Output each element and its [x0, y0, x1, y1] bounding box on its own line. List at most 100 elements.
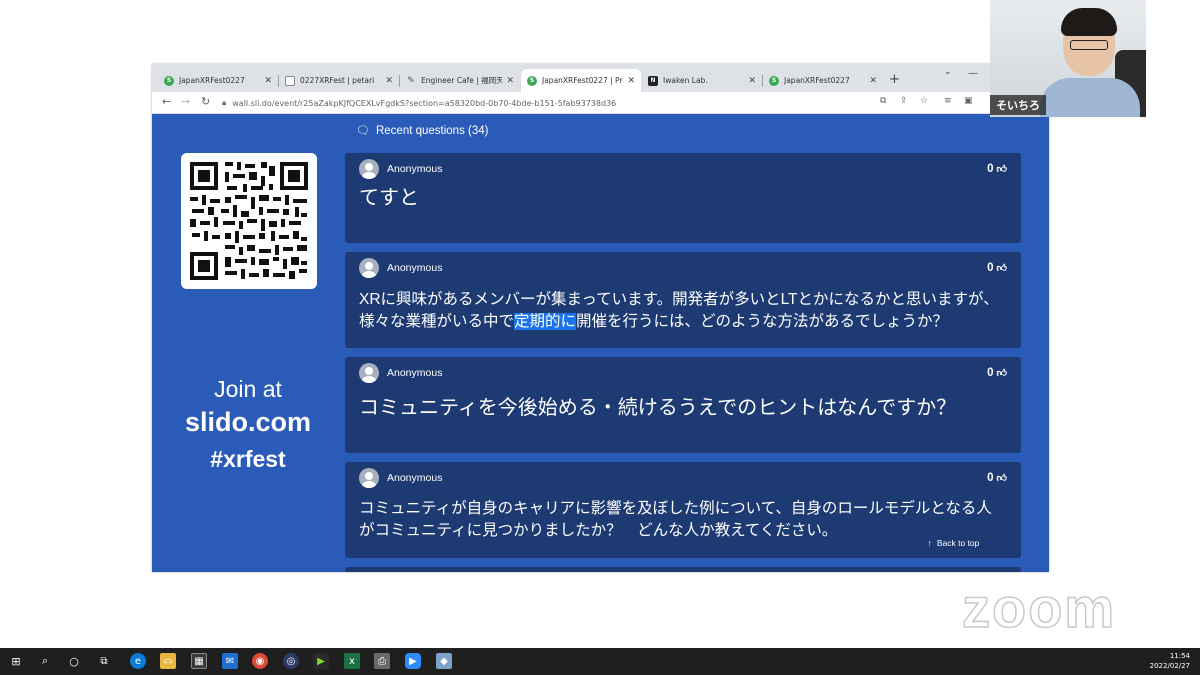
question-author: Anonymous [359, 468, 442, 488]
slido-icon: S [769, 75, 779, 86]
back-to-top-label: Back to top [936, 538, 980, 548]
tab-japanxrfest-active[interactable]: S JapanXRFest0227 | Prese ✕ [521, 69, 641, 92]
webcam-video: そいちろ [990, 0, 1146, 117]
translate-icon[interactable]: ⧉ [880, 96, 886, 106]
minimize-icon[interactable]: — [968, 68, 978, 79]
file-explorer-icon[interactable]: ▭ [160, 653, 176, 669]
tab-label: Iwaken Lab. [663, 76, 708, 85]
join-at-label: Join at [214, 376, 282, 402]
close-icon[interactable]: ✕ [385, 76, 393, 86]
tab-japanxrfest-2[interactable]: S JapanXRFest0227 ✕ [763, 69, 883, 92]
like-count: 0 [987, 262, 994, 274]
like-button[interactable]: 0 👍︎ [987, 472, 1007, 484]
like-button[interactable]: 0 👍︎ [987, 367, 1007, 379]
tab-iwaken-lab[interactable]: N Iwaken Lab. ✕ [642, 69, 762, 92]
like-count: 0 [987, 163, 994, 175]
slido-icon: S [164, 75, 174, 86]
new-tab-button[interactable]: + [889, 72, 900, 87]
browser-toolbar: ← → ↻ 🔒︎ wall.sli.do/event/r25aZakpKJfQC… [152, 92, 1049, 114]
avatar [359, 159, 379, 179]
chrome-icon[interactable]: ◉ [252, 653, 268, 669]
media-player-icon[interactable]: ▶ [313, 653, 329, 669]
printer-icon[interactable]: ⎙ [374, 653, 390, 669]
cortana-icon[interactable]: ○ [66, 653, 82, 669]
excel-icon[interactable]: x [344, 653, 360, 669]
reading-list-icon[interactable]: ≡ [944, 96, 952, 106]
star-icon[interactable]: ☆ [920, 96, 928, 106]
author-name: Anonymous [387, 262, 443, 274]
join-info: Join at slido.com #xrfest [172, 374, 324, 478]
back-arrow-icon[interactable]: ← [162, 95, 171, 108]
webcam-person-hair [1061, 8, 1117, 36]
side-panel-icon[interactable]: ▣ [964, 96, 973, 106]
url-text: wall.sli.do/event/r25aZakpKJfQCEXLvFgdkS… [232, 98, 617, 108]
avatar [359, 468, 379, 488]
feather-icon: ✎ [407, 75, 415, 86]
edge-icon[interactable]: e [130, 653, 146, 669]
screen: S JapanXRFest0227 ✕ 0227XRFest | petari … [0, 0, 1200, 675]
back-to-top-button[interactable]: ↑ Back to top [911, 533, 996, 553]
forward-arrow-icon[interactable]: → [181, 95, 190, 108]
thumbs-up-icon: 👍︎ [996, 164, 1007, 175]
close-icon[interactable]: ✕ [869, 76, 877, 86]
windows-start-icon[interactable]: ⊞ [8, 653, 24, 669]
like-count: 0 [987, 367, 994, 379]
share-icon[interactable]: ⇪ [900, 96, 908, 106]
webcam-person-glasses [1070, 40, 1108, 50]
tab-japanxrfest-1[interactable]: S JapanXRFest0227 ✕ [158, 69, 278, 92]
avatar [359, 258, 379, 278]
tab-label: JapanXRFest0227 | Prese [542, 76, 623, 85]
notion-icon: N [648, 75, 658, 86]
speech-bubble-icon: 🗨︎ [356, 125, 370, 137]
question-card [345, 567, 1021, 572]
tab-label: Engineer Cafe | 福岡天 [421, 76, 503, 85]
reload-icon[interactable]: ↻ [201, 95, 210, 108]
chevron-down-icon[interactable]: ⌄ [944, 67, 952, 77]
close-icon[interactable]: ✕ [748, 76, 756, 86]
store-icon[interactable]: ▦ [191, 653, 207, 669]
browser-window: S JapanXRFest0227 ✕ 0227XRFest | petari … [152, 64, 1049, 572]
question-card: Anonymous 0 👍︎ コミュニティを今後始める・続けるうえでのヒントはな… [345, 357, 1021, 453]
like-button[interactable]: 0 👍︎ [987, 262, 1007, 274]
author-name: Anonymous [387, 163, 443, 175]
lock-icon: 🔒︎ [222, 98, 227, 107]
question-card: Anonymous 0 👍︎ てすと [345, 153, 1021, 243]
mail-icon[interactable]: ✉ [222, 653, 238, 669]
question-text: コミュニティが自身のキャリアに影響を及ぼした例について、自身のロールモデルとなる… [359, 500, 992, 539]
slido-wall: Join at slido.com #xrfest 🗨︎ Recent ques… [152, 114, 1049, 572]
thumbs-up-icon: 👍︎ [996, 473, 1007, 484]
task-view-icon[interactable]: ⧉ [96, 653, 112, 669]
tab-strip: S JapanXRFest0227 ✕ 0227XRFest | petari … [152, 64, 1049, 92]
taskbar: ⊞ ⌕ ○ ⧉ e ▭ ▦ ✉ ◉ ◎ ▶ x ⎙ ▶ ◆ 11:54 2022… [0, 648, 1200, 675]
tab-label: JapanXRFest0227 [784, 76, 850, 85]
question-text: てすと [359, 187, 419, 209]
question-author: Anonymous [359, 258, 442, 278]
address-bar[interactable]: 🔒︎ wall.sli.do/event/r25aZakpKJfQCEXLvFg… [222, 95, 982, 111]
question-text-part: 開催を行うには、どのような方法があるでしょうか？ [576, 313, 949, 330]
app-icon[interactable]: ◆ [436, 653, 452, 669]
tab-petari[interactable]: 0227XRFest | petari ✕ [279, 69, 399, 92]
close-icon[interactable]: ✕ [627, 76, 635, 86]
thumbs-up-icon: 👍︎ [996, 368, 1007, 379]
tab-label: 0227XRFest | petari [300, 76, 375, 85]
recent-questions-header: 🗨︎ Recent questions (34) [356, 124, 488, 138]
qr-code [181, 153, 317, 289]
slido-icon: S [527, 75, 537, 86]
question-card: Anonymous 0 👍︎ XRに興味があるメンバーが集まっています。開発者が… [345, 252, 1021, 348]
join-site-label: slido.com [184, 407, 312, 437]
zoom-icon[interactable]: ▶ [405, 653, 421, 669]
page-icon [285, 75, 295, 86]
like-button[interactable]: 0 👍︎ [987, 163, 1007, 175]
search-icon[interactable]: ⌕ [37, 653, 53, 669]
tab-engineer-cafe[interactable]: ✎ Engineer Cafe | 福岡天 ✕ [400, 69, 520, 92]
zoom-watermark: zoom [961, 576, 1117, 639]
participant-name: そいちろ [990, 95, 1046, 115]
system-clock[interactable]: 11:54 2022/02/27 [1150, 651, 1190, 671]
question-author: Anonymous [359, 363, 442, 383]
close-icon[interactable]: ✕ [264, 76, 272, 86]
obs-icon[interactable]: ◎ [283, 653, 299, 669]
question-author: Anonymous [359, 159, 442, 179]
author-name: Anonymous [387, 367, 443, 379]
close-icon[interactable]: ✕ [506, 76, 514, 86]
clock-time: 11:54 [1169, 652, 1190, 660]
